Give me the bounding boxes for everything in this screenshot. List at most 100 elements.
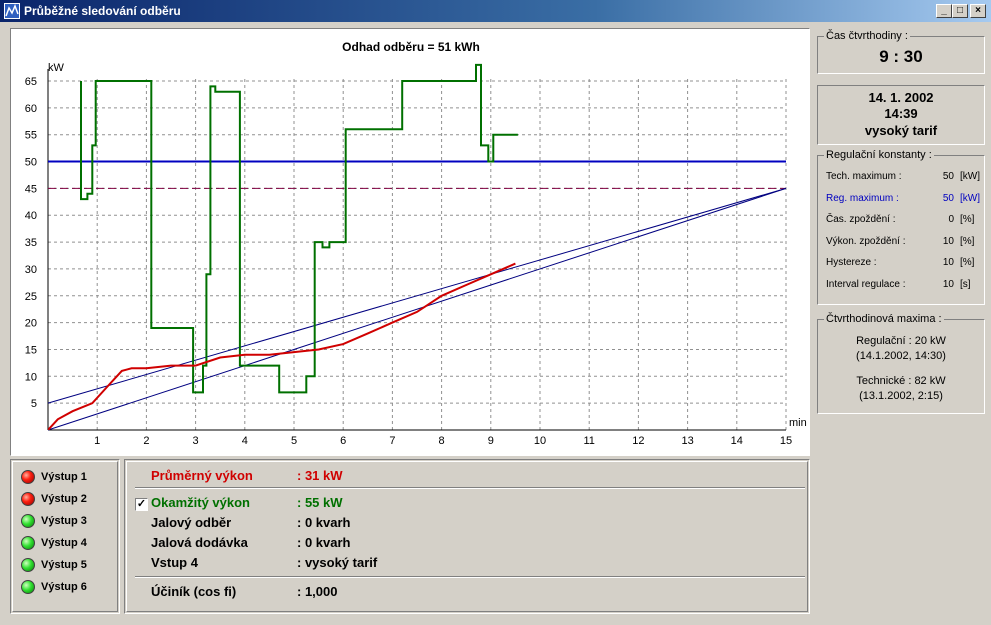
output-label: Výstup 2 [41, 493, 87, 505]
x-tick-label: 10 [534, 435, 546, 447]
app-icon [4, 3, 20, 19]
x-tick-label: 8 [439, 435, 445, 447]
separator [135, 576, 805, 578]
x-tick-label: 11 [583, 435, 594, 447]
led-icon [21, 558, 35, 572]
maximize-button[interactable]: □ [952, 4, 968, 18]
y-tick-label: 45 [25, 183, 37, 195]
reg-constant-unit: [s] [960, 278, 971, 290]
datetime-group: 14. 1. 2002 14:39 vysoký tarif [817, 85, 985, 145]
y-axis-label: kW [48, 62, 65, 74]
inst-power-value: : 55 kW [297, 495, 343, 510]
output-label: Výstup 6 [41, 581, 87, 593]
input4-value: : vysoký tarif [297, 555, 378, 570]
x-tick-label: 2 [143, 435, 149, 447]
reg-constant-unit: [%] [960, 257, 975, 268]
time-value: 14:39 [884, 106, 918, 121]
led-icon [21, 492, 35, 506]
x-tick-label: 6 [340, 435, 346, 447]
x-tick-label: 7 [389, 435, 395, 447]
x-tick-label: 14 [731, 435, 743, 447]
separator [135, 487, 805, 489]
reg-constant-label: Tech. maximum : [826, 171, 902, 182]
x-tick-label: 12 [632, 435, 644, 447]
info-panel: Průměrný výkon : 31 kW ✓ Okamžitý výkon … [124, 459, 810, 614]
reg-constant-label: Reg. maximum : [826, 192, 899, 204]
regulation-max-when: (14.1.2002, 14:30) [856, 350, 946, 362]
technical-max-when: (13.1.2002, 2:15) [859, 390, 943, 402]
avg-power-label: Průměrný výkon [151, 468, 253, 483]
chart-title: Odhad odběru = 51 kWh [342, 40, 480, 54]
y-tick-label: 40 [25, 210, 37, 222]
y-tick-label: 30 [25, 264, 37, 276]
led-icon [21, 536, 35, 550]
reg-constant-label: Interval regulace : [826, 278, 906, 290]
y-tick-label: 50 [25, 157, 37, 169]
reg-constant-value: 0 [948, 214, 954, 225]
led-icon [21, 470, 35, 484]
output-label: Výstup 3 [41, 515, 87, 527]
y-tick-label: 55 [25, 130, 37, 142]
consumption-chart: 1 2 3 4 5 6 7 8 9 10 11 12 13 14 15 5 10 15 20 25 30 35 40 45 50… [10, 28, 810, 456]
reg-constant-unit: [kW] [960, 171, 980, 182]
reg-constant-value: 50 [942, 171, 954, 182]
reg-constant-value: 50 [942, 192, 954, 204]
led-icon [21, 514, 35, 528]
average-power-line [48, 262, 516, 430]
reg-constant-label: Hystereze : [826, 257, 877, 268]
quarter-maxima-group: Čtvrthodinová maxima : Regulační : 20 kW… [817, 313, 985, 414]
y-tick-label: 5 [31, 398, 37, 410]
y-tick-label: 65 [25, 76, 37, 88]
reg-constant-row: Čas. zpoždění : 0 [%] [826, 214, 976, 228]
reactive-supply-value: : 0 kvarh [297, 535, 351, 550]
x-axis-label: min [789, 417, 807, 429]
reg-constant-value: 10 [942, 257, 954, 268]
x-tick-label: 5 [291, 435, 297, 447]
outputs-panel: Výstup 1 Výstup 2 Výstup 3 Výstup 4 Výstup 5… [10, 459, 120, 614]
reg-constant-label: Výkon. zpoždění : [826, 235, 906, 247]
x-tick-label: 3 [193, 435, 199, 447]
led-icon [21, 580, 35, 594]
close-button[interactable]: × [970, 4, 986, 18]
y-tick-label: 60 [25, 103, 37, 115]
minimize-button[interactable]: _ [936, 4, 952, 18]
tariff-value: vysoký tarif [864, 123, 938, 138]
info-panel-inner: Průměrný výkon : 31 kW ✓ Okamžitý výkon … [126, 461, 808, 612]
reg-constants-title: Regulační konstanty : [824, 149, 934, 161]
output-label: Výstup 5 [41, 559, 87, 571]
reg-constant-row: Tech. maximum : 50 [kW] [826, 171, 980, 185]
reg-constant-unit: [%] [960, 214, 975, 225]
avg-power-value: : 31 kW [297, 468, 343, 483]
reg-constant-value: 10 [942, 278, 954, 290]
reg-constant-row: Reg. maximum : 50 [kW] [826, 192, 980, 207]
reg-constant-value: 10 [942, 235, 954, 247]
reactive-supply-label: Jalová dodávka [151, 535, 248, 550]
x-tick-label: 13 [681, 435, 693, 447]
reg-constant-unit: [%] [960, 235, 975, 247]
x-tick-label: 4 [242, 435, 248, 447]
reg-constant-unit: [kW] [960, 192, 980, 204]
reg-constant-row: Interval regulace : 10 [s] [826, 279, 976, 293]
power-factor-value: : 1,000 [297, 584, 338, 599]
output-label: Výstup 4 [41, 537, 87, 549]
trend-line [47, 187, 787, 431]
x-tick-label: 9 [488, 435, 494, 447]
regulation-max: Regulační : 20 kW [856, 335, 946, 347]
y-tick-label: 10 [25, 371, 37, 383]
output-label: Výstup 1 [41, 471, 87, 483]
y-tick-label: 35 [25, 237, 37, 249]
x-tick-label: 1 [94, 435, 100, 447]
technical-max: Technické : 82 kW [856, 375, 946, 387]
inst-power-checkbox[interactable]: ✓ [135, 498, 148, 511]
window-title: Průběžné sledování odběru [24, 4, 181, 18]
reg-constant-row: Výkon. zpoždění : 10 [%] [826, 236, 976, 250]
y-tick-label: 25 [25, 291, 37, 303]
quarter-time-value: 9 : 30 [879, 47, 923, 66]
reg-constant-row: Hystereze : 10 [%] [826, 257, 976, 271]
quarter-time-title: Čas čtvrthodiny : [824, 30, 910, 42]
power-factor-label: Účiník (cos fi) [151, 584, 237, 599]
quarter-maxima-title: Čtvrthodinová maxima : [824, 313, 944, 325]
reg-constants-group: Regulační konstanty : Tech. maximum : 50 [… [817, 149, 985, 305]
input4-label: Vstup 4 [151, 555, 198, 570]
quarter-time-group: Čas čtvrthodiny : 9 : 30 [817, 30, 985, 74]
